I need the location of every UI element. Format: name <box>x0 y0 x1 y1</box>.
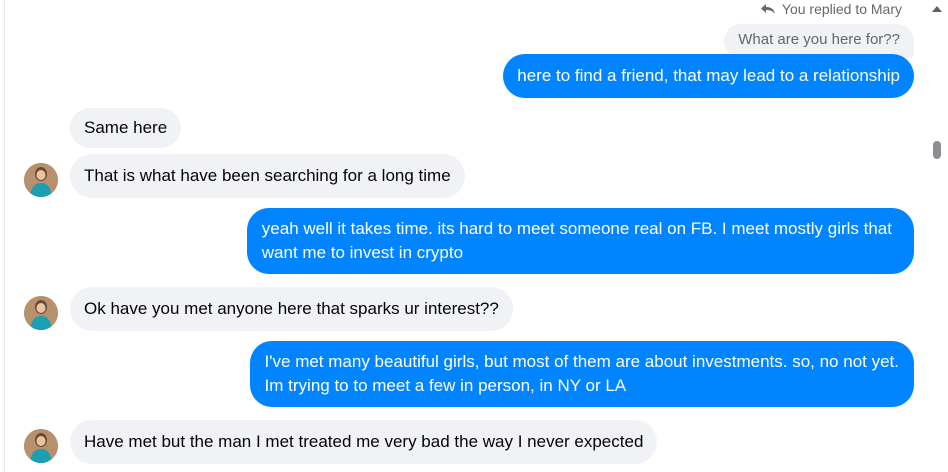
message-line: Im trying to to meet a few in person, in… <box>264 376 627 395</box>
scroll-up-arrow-icon[interactable] <box>932 6 942 12</box>
message-bubble-outgoing[interactable]: here to find a friend, that may lead to … <box>503 54 914 98</box>
left-divider <box>0 0 5 472</box>
message-bubble-outgoing[interactable]: yeah well it takes time. its hard to mee… <box>246 208 914 274</box>
reply-header-text: You replied to Mary <box>781 1 902 17</box>
scrollbar[interactable] <box>928 0 948 472</box>
message-bubble-incoming[interactable]: Have met but the man I met treated me ve… <box>70 420 658 464</box>
contact-avatar[interactable] <box>24 296 58 330</box>
reply-arrow-icon <box>760 3 776 15</box>
message-bubble-incoming[interactable]: Same here <box>70 108 182 148</box>
message-line: yeah well it takes time. its hard to mee… <box>261 219 892 238</box>
message-line: want me to invest in crypto <box>261 243 464 262</box>
scrollbar-thumb[interactable] <box>933 141 941 159</box>
contact-avatar[interactable] <box>24 429 58 463</box>
message-bubble-incoming[interactable]: That is what have been searching for a l… <box>70 154 465 198</box>
reply-header: You replied to Mary <box>760 0 902 18</box>
message-bubble-outgoing[interactable]: I've met many beautiful girls, but most … <box>249 341 914 407</box>
contact-avatar[interactable] <box>24 163 58 197</box>
message-line: I've met many beautiful girls, but most … <box>264 352 899 371</box>
quoted-message[interactable]: What are you here for?? <box>724 24 914 58</box>
message-bubble-incoming[interactable]: Ok have you met anyone here that sparks … <box>70 287 513 331</box>
